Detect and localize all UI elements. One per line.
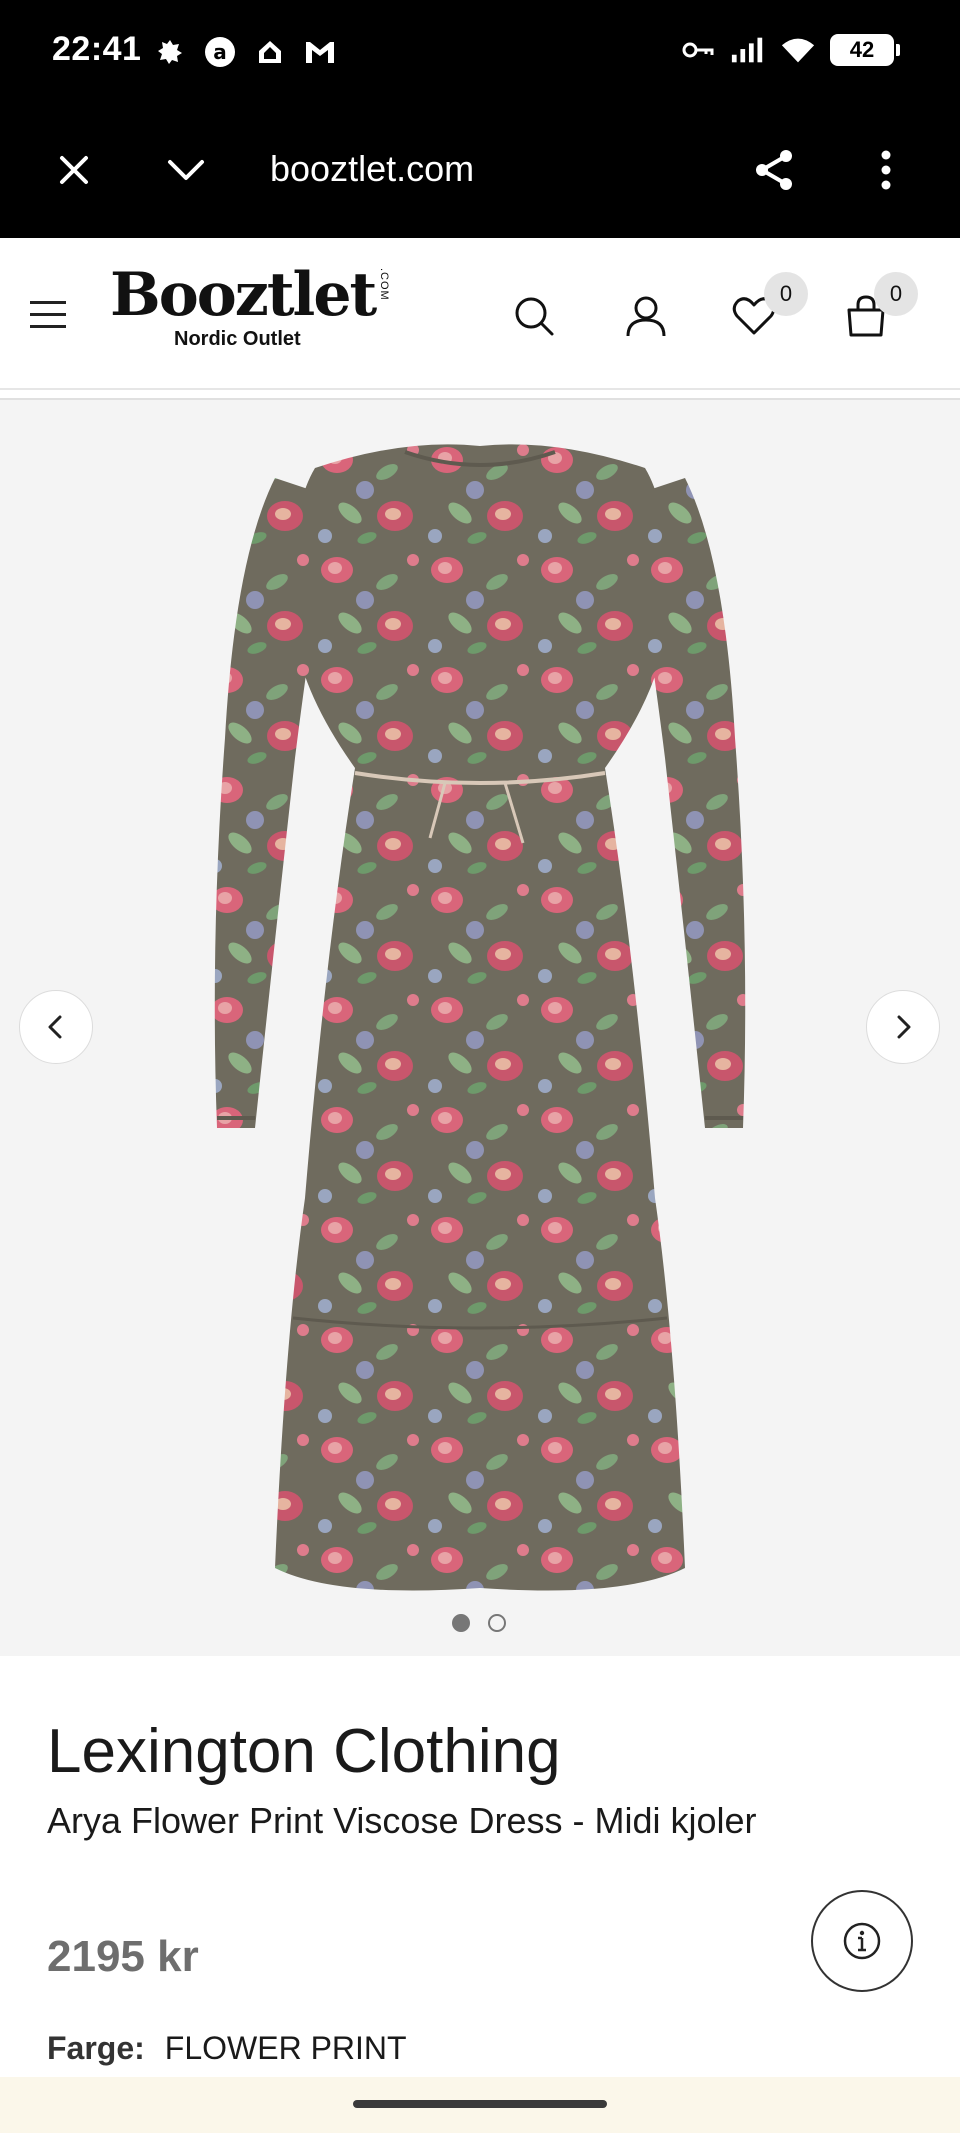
- home-notification-icon: [252, 34, 288, 70]
- gear-notification-icon: [152, 34, 188, 70]
- key-icon: [680, 32, 716, 68]
- search-icon: [515, 297, 554, 336]
- site-header: Booztlet .COM Nordic Outlet 0 0: [0, 238, 960, 390]
- carousel-dot-2[interactable]: [488, 1614, 506, 1632]
- svg-text:a: a: [213, 40, 227, 64]
- more-vert-icon: [881, 150, 891, 190]
- carousel-dot-1[interactable]: [452, 1614, 470, 1632]
- chevron-right-icon: [897, 1015, 911, 1039]
- wishlist-count-badge: 0: [764, 272, 808, 316]
- close-tab-button[interactable]: [36, 132, 112, 208]
- logo-com: .COM: [378, 268, 390, 301]
- notification-icons: a: [152, 34, 338, 70]
- menu-icon: [30, 300, 66, 304]
- color-row: Farge: FLOWER PRINT: [47, 2030, 407, 2067]
- color-label: Farge:: [47, 2030, 145, 2066]
- minimize-button[interactable]: [148, 132, 224, 208]
- product-image-carousel[interactable]: [0, 400, 960, 1656]
- chevron-left-icon: [48, 1015, 62, 1039]
- info-icon: [843, 1922, 881, 1960]
- menu-button[interactable]: [30, 288, 82, 340]
- cart-count-badge: 0: [874, 272, 918, 316]
- account-button[interactable]: [618, 288, 674, 344]
- share-button[interactable]: [736, 132, 812, 208]
- search-button[interactable]: [506, 288, 562, 344]
- product-name: Arya Flower Print Viscose Dress - Midi k…: [47, 1800, 757, 1841]
- product-image: [214, 444, 746, 1591]
- home-indicator[interactable]: [353, 2100, 607, 2108]
- wifi-icon: [780, 32, 816, 68]
- signal-icon: [730, 32, 766, 68]
- app-notification-icon: a: [202, 34, 238, 70]
- share-icon: [756, 150, 792, 190]
- more-options-button[interactable]: [848, 132, 924, 208]
- battery-icon: 42: [830, 34, 900, 66]
- logo-tagline: Nordic Outlet: [174, 328, 301, 350]
- carousel-prev-button[interactable]: [19, 990, 93, 1064]
- browser-toolbar: booztlet.com: [0, 104, 960, 238]
- status-time: 22:41: [52, 30, 142, 68]
- gmail-icon: [302, 34, 338, 70]
- chevron-down-icon: [168, 160, 204, 180]
- product-price: 2195 kr: [47, 1932, 199, 1981]
- site-logo[interactable]: Booztlet .COM Nordic Outlet: [110, 260, 400, 351]
- product-brand[interactable]: Lexington Clothing: [47, 1716, 561, 1787]
- logo-wordmark: Booztlet: [110, 260, 377, 330]
- status-bar: 22:41 a 42: [0, 0, 960, 104]
- color-value: FLOWER PRINT: [164, 2030, 407, 2066]
- url-text[interactable]: booztlet.com: [270, 148, 474, 190]
- close-icon: [60, 156, 88, 184]
- price-info-button[interactable]: [811, 1890, 913, 1992]
- carousel-next-button[interactable]: [866, 990, 940, 1064]
- carousel-dots: [452, 1614, 506, 1632]
- system-icons: 42: [680, 32, 900, 68]
- account-icon: [626, 296, 666, 337]
